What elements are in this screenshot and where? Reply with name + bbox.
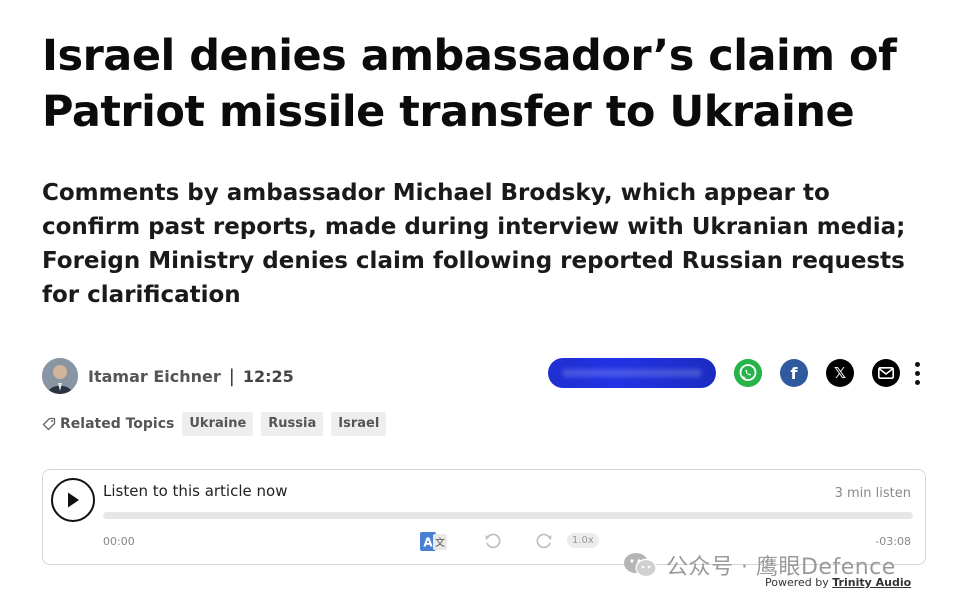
author-name[interactable]: Itamar Eichner [88, 367, 221, 386]
whatsapp-icon[interactable] [734, 359, 762, 387]
facebook-glyph: f [790, 363, 798, 383]
author-avatar[interactable] [42, 358, 78, 394]
article-headline: Israel denies ambassador’s claim of Patr… [42, 31, 897, 137]
speed-button[interactable]: 1.0x [567, 533, 599, 548]
tag-icon [42, 417, 56, 431]
svg-text:A: A [423, 536, 433, 550]
topic-chip-ukraine[interactable]: Ukraine [182, 412, 254, 436]
publish-time: 12:25 [242, 366, 294, 386]
more-dot [914, 370, 920, 376]
more-dot [914, 361, 920, 367]
forward-icon[interactable] [534, 531, 554, 551]
byline-separator: | [228, 365, 235, 387]
translate-icon[interactable]: A 文 [420, 531, 448, 553]
x-icon[interactable]: 𝕏 [826, 359, 854, 387]
remaining-time: -03:08 [875, 535, 911, 548]
progress-bar[interactable] [103, 512, 913, 519]
facebook-icon[interactable]: f [780, 359, 808, 387]
play-icon [68, 492, 79, 508]
redacted-share-pill[interactable] [548, 358, 716, 388]
play-button[interactable] [51, 478, 95, 522]
related-topics-label: Related Topics [60, 416, 175, 432]
mail-icon[interactable] [872, 359, 900, 387]
article-subheadline: Comments by ambassador Michael Brodsky, … [42, 180, 906, 308]
byline: Itamar Eichner | 12:25 [42, 358, 294, 394]
topic-chip-russia[interactable]: Russia [261, 412, 324, 436]
player-title: Listen to this article now [103, 482, 288, 500]
player-duration: 3 min listen [834, 486, 911, 501]
powered-by-link[interactable]: Trinity Audio [832, 576, 911, 589]
current-time: 00:00 [103, 535, 135, 548]
share-bar: f 𝕏 [548, 356, 920, 390]
topic-chip-israel[interactable]: Israel [331, 412, 387, 436]
svg-text:文: 文 [435, 536, 445, 549]
rewind-icon[interactable] [483, 531, 503, 551]
related-topics: Related Topics Ukraine Russia Israel [42, 412, 394, 436]
more-dot [914, 379, 920, 385]
wechat-logo-icon [624, 553, 657, 578]
x-glyph: 𝕏 [833, 364, 847, 382]
powered-by-prefix: Powered by [765, 576, 829, 589]
powered-by: Powered by Trinity Audio [765, 576, 911, 589]
more-icon[interactable] [914, 361, 920, 385]
watermark: 公众号 · 鹰眼Defence [622, 551, 896, 580]
